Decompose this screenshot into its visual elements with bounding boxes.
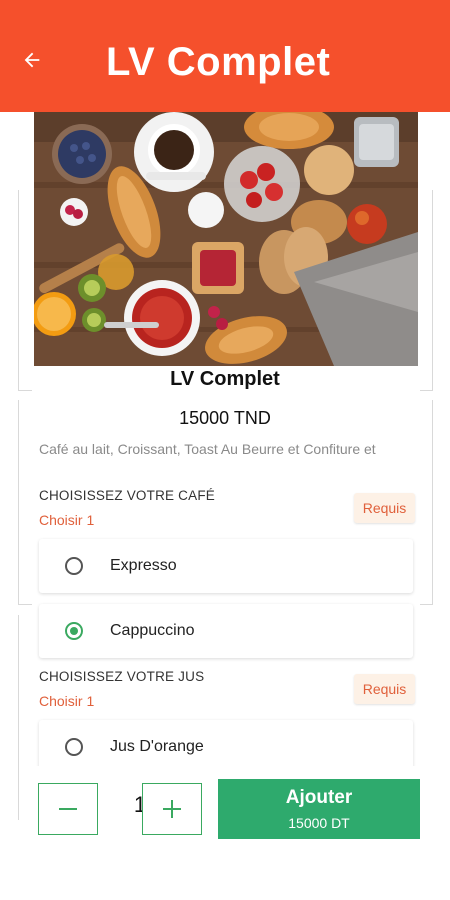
option-label: Expresso	[110, 557, 177, 574]
background-card-outline	[18, 604, 32, 605]
app-header: LV Complet	[0, 0, 450, 112]
minus-icon	[59, 808, 77, 810]
app-screen: LV Complet LV Complet 15000 TND Café au …	[0, 0, 450, 900]
increase-quantity-button[interactable]	[142, 783, 202, 835]
option-label: Cappuccino	[110, 622, 195, 639]
section-title-juice: CHOISISSEZ VOTRE JUS	[39, 669, 205, 684]
back-button[interactable]	[14, 42, 50, 78]
breakfast-illustration	[34, 112, 418, 366]
background-card-outline	[18, 400, 19, 605]
product-name: LV Complet	[170, 368, 280, 390]
required-badge-coffee[interactable]: Requis	[354, 493, 415, 523]
radio-unchecked-icon[interactable]	[65, 557, 83, 575]
option-cappuccino[interactable]: Cappuccino	[39, 604, 413, 658]
product-description: Café au lait, Croissant, Toast Au Beurre…	[39, 441, 376, 457]
section-title-coffee: CHOISISSEZ VOTRE CAFÉ	[39, 488, 215, 503]
add-to-cart-button[interactable]: Ajouter 15000 DT	[218, 779, 420, 839]
option-expresso[interactable]: Expresso	[39, 539, 413, 593]
option-label: Jus D'orange	[110, 738, 204, 755]
radio-unchecked-icon[interactable]	[65, 738, 83, 756]
background-card-outline	[18, 190, 19, 390]
background-card-outline	[420, 604, 433, 605]
arrow-left-icon	[24, 52, 40, 68]
add-button-price: 15000 DT	[288, 815, 350, 831]
product-image	[34, 112, 418, 366]
background-card-outline	[18, 615, 19, 820]
product-price: 15000 TND	[179, 408, 271, 428]
background-card-outline	[432, 400, 433, 605]
required-badge-juice[interactable]: Requis	[354, 674, 415, 704]
section-subtitle-juice: Choisir 1	[39, 693, 95, 709]
decrease-quantity-button[interactable]	[38, 783, 98, 835]
section-subtitle-coffee: Choisir 1	[39, 512, 95, 528]
background-card-outline	[432, 190, 433, 390]
plus-icon	[163, 800, 181, 818]
cart-bar: 1 Ajouter 15000 DT	[20, 766, 450, 900]
radio-checked-icon[interactable]	[65, 622, 83, 640]
add-button-label: Ajouter	[285, 787, 353, 808]
page-title: LV Complet	[106, 40, 331, 84]
